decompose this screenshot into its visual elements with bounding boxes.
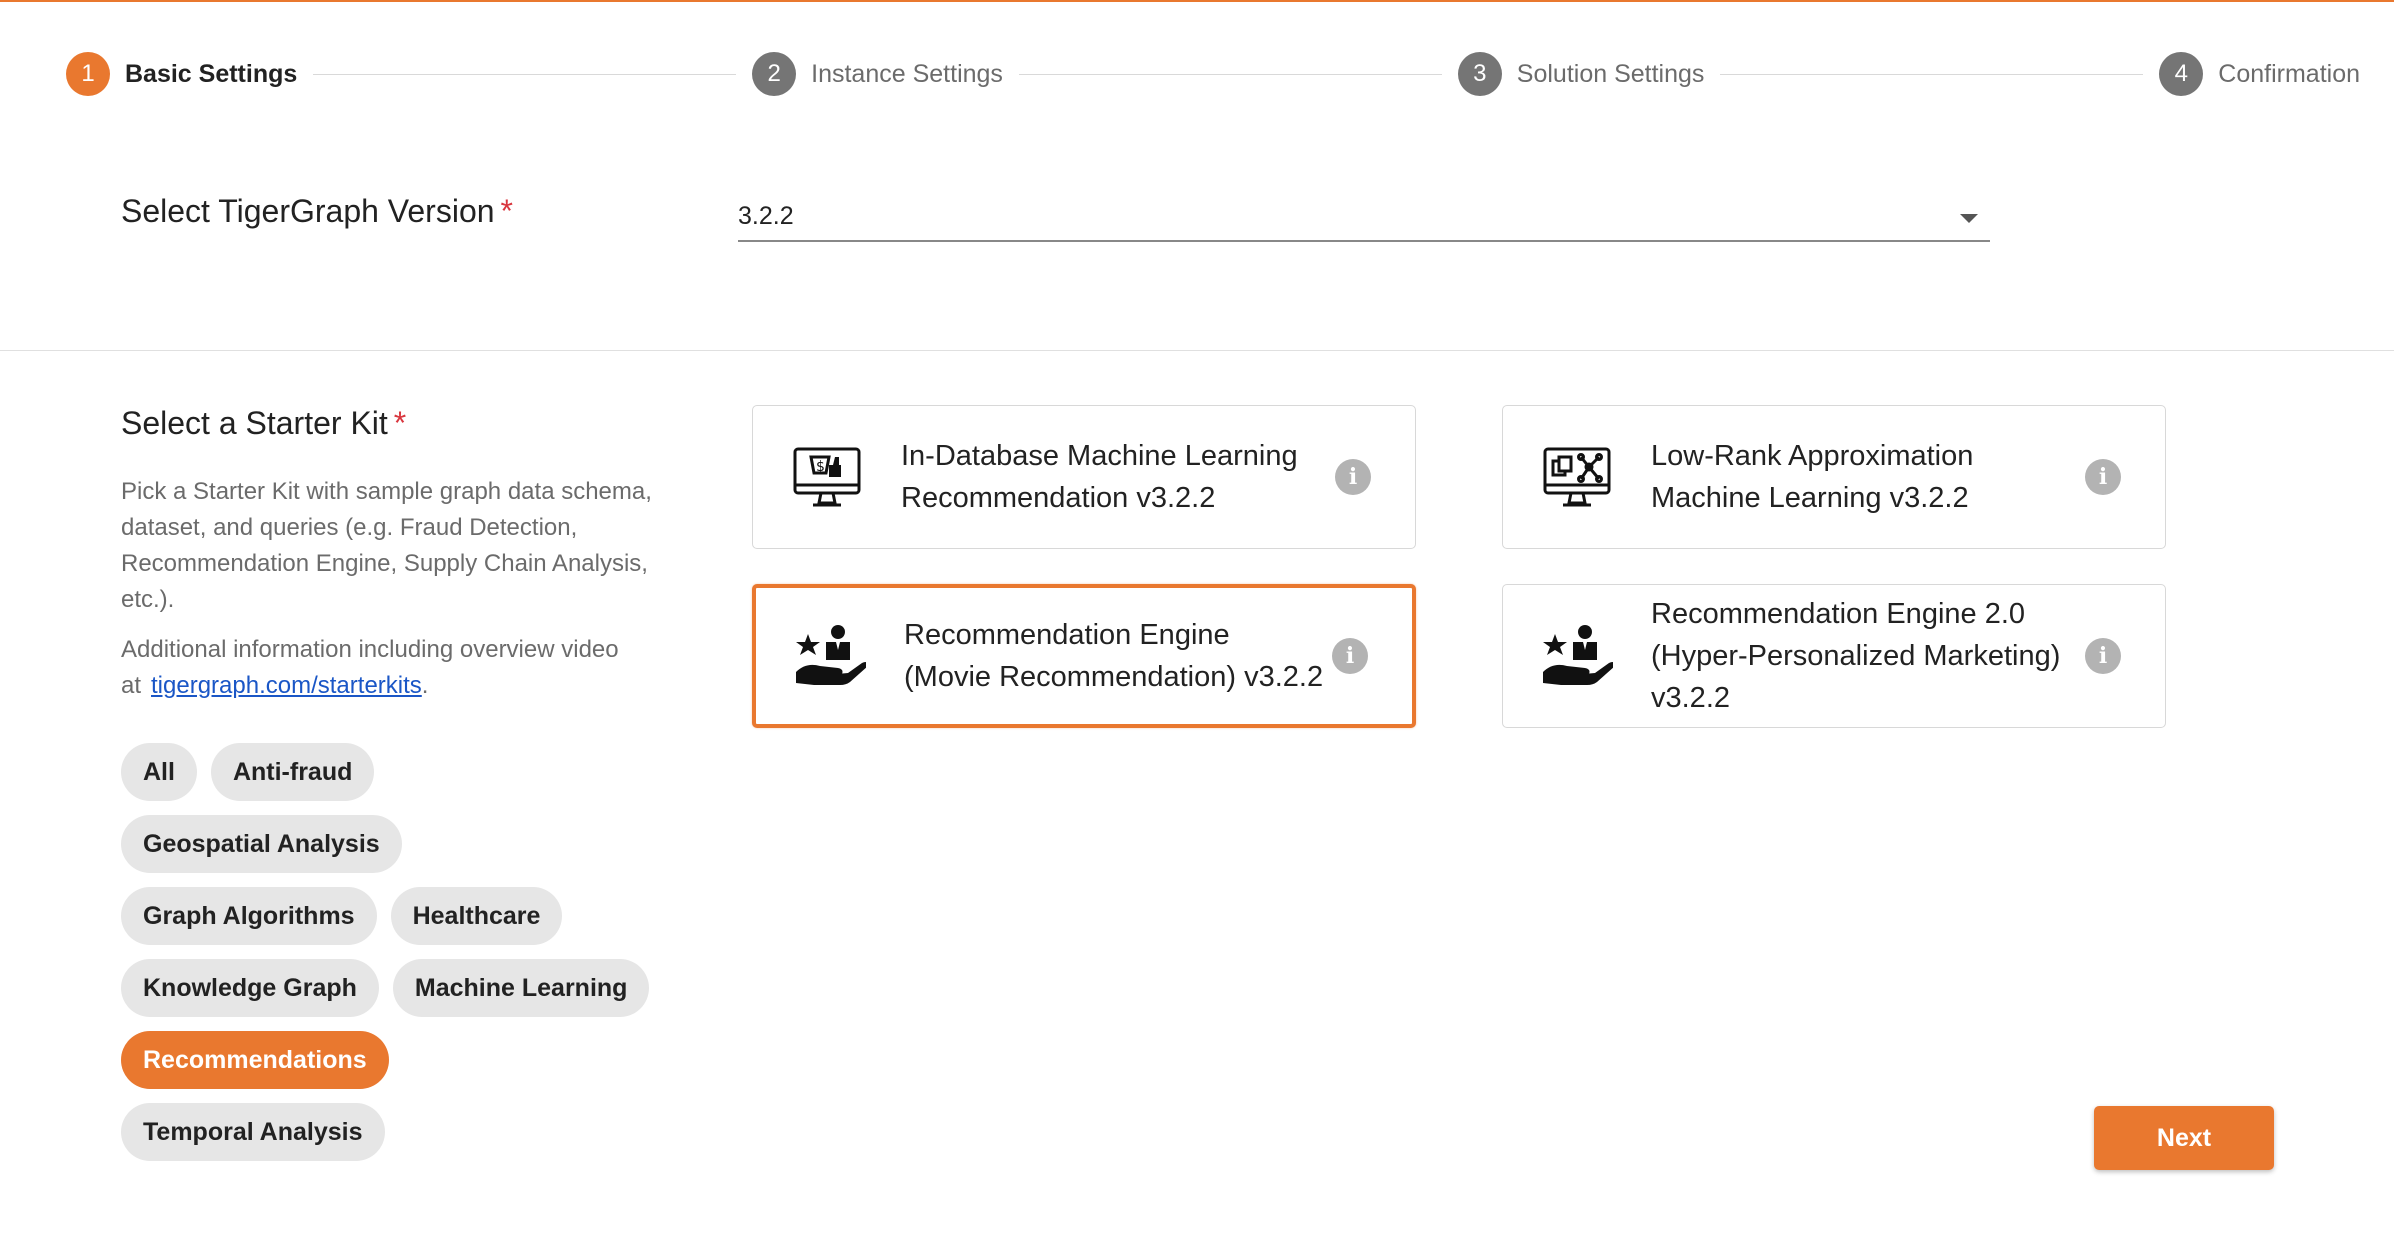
- info-icon[interactable]: i: [1332, 638, 1368, 674]
- filter-chip-machine-learning[interactable]: Machine Learning: [392, 959, 650, 1017]
- info-icon[interactable]: i: [2085, 459, 2121, 495]
- monitor-shopping-icon: $: [789, 439, 865, 515]
- section-divider: [0, 350, 2394, 351]
- step-label: Solution Settings: [1516, 59, 1705, 88]
- step-basic-settings[interactable]: 1 Basic Settings: [66, 52, 297, 96]
- step-connector: [1720, 73, 2144, 75]
- starter-kit-title: Select a Starter Kit *: [121, 405, 406, 442]
- step-number: 1: [66, 52, 110, 96]
- card-title: In-Database Machine Learning Recommendat…: [901, 440, 1298, 514]
- caret-down-icon: [1960, 214, 1978, 223]
- filter-chip-anti-fraud[interactable]: Anti-fraud: [210, 743, 375, 801]
- starter-kit-extra-info: Additional information including overvie…: [121, 632, 661, 704]
- hand-person-star-icon: [792, 618, 868, 694]
- starter-kit-card-in-db-ml-recommendation[interactable]: $ In-Database Machine Learning Recommend…: [752, 405, 1416, 549]
- starter-kit-card-recommendation-engine-2[interactable]: Recommendation Engine 2.0 (Hyper-Persona…: [1502, 584, 2166, 728]
- filter-chip-graph-algorithms[interactable]: Graph Algorithms: [121, 887, 377, 945]
- filter-chip-healthcare[interactable]: Healthcare: [390, 887, 563, 945]
- step-connector: [1018, 73, 1442, 75]
- info-icon[interactable]: i: [1335, 459, 1371, 495]
- top-accent-bar: [0, 0, 2394, 2]
- filter-chip-recommendations[interactable]: Recommendations: [121, 1031, 389, 1089]
- step-connector: [313, 73, 737, 75]
- starterkits-link[interactable]: tigergraph.com/starterkits: [151, 672, 422, 699]
- required-mark: *: [500, 193, 513, 229]
- starter-kit-title-text: Select a Starter Kit: [121, 405, 388, 441]
- starter-kit-card-low-rank-approximation[interactable]: Low-Rank Approximation Machine Learning …: [1502, 405, 2166, 549]
- filter-chip-geospatial-analysis[interactable]: Geospatial Analysis: [121, 815, 402, 873]
- card-title: Recommendation Engine 2.0 (Hyper-Persona…: [1651, 598, 2061, 714]
- step-label: Basic Settings: [125, 59, 298, 88]
- step-number: 4: [2159, 52, 2204, 96]
- step-confirmation[interactable]: 4 Confirmation: [2159, 52, 2360, 96]
- wizard-stepper: 1 Basic Settings 2 Instance Settings 3 S…: [66, 52, 2360, 96]
- starter-kit-description: Pick a Starter Kit with sample graph dat…: [121, 478, 652, 613]
- filter-chip-temporal-analysis[interactable]: Temporal Analysis: [121, 1103, 385, 1161]
- version-select[interactable]: 3.2.2: [738, 190, 1990, 242]
- filter-chip-all[interactable]: All: [121, 743, 197, 801]
- version-label-text: Select TigerGraph Version: [121, 193, 495, 229]
- version-selected-value: 3.2.2: [738, 202, 794, 230]
- category-filter-chips: All Anti-fraud Geospatial Analysis Graph…: [121, 743, 661, 1161]
- extra-info-suffix: .: [421, 672, 429, 699]
- monitor-network-icon: [1539, 439, 1615, 515]
- step-instance-settings[interactable]: 2 Instance Settings: [752, 52, 1003, 96]
- info-icon[interactable]: i: [2085, 638, 2121, 674]
- card-title: Low-Rank Approximation Machine Learning …: [1651, 440, 1974, 514]
- step-label: Confirmation: [2218, 59, 2361, 88]
- step-number: 2: [752, 52, 797, 96]
- version-label: Select TigerGraph Version *: [121, 193, 513, 230]
- step-number: 3: [1457, 52, 1502, 96]
- next-button[interactable]: Next: [2094, 1106, 2274, 1170]
- card-title: Recommendation Engine (Movie Recommendat…: [904, 619, 1324, 693]
- required-mark: *: [393, 405, 407, 441]
- filter-chip-knowledge-graph[interactable]: Knowledge Graph: [121, 959, 379, 1017]
- svg-text:$: $: [816, 459, 825, 475]
- step-label: Instance Settings: [811, 59, 1003, 88]
- starter-kit-card-movie-recommendation[interactable]: Recommendation Engine (Movie Recommendat…: [752, 584, 1416, 728]
- hand-person-star-icon: [1539, 618, 1615, 694]
- step-solution-settings[interactable]: 3 Solution Settings: [1457, 52, 1705, 96]
